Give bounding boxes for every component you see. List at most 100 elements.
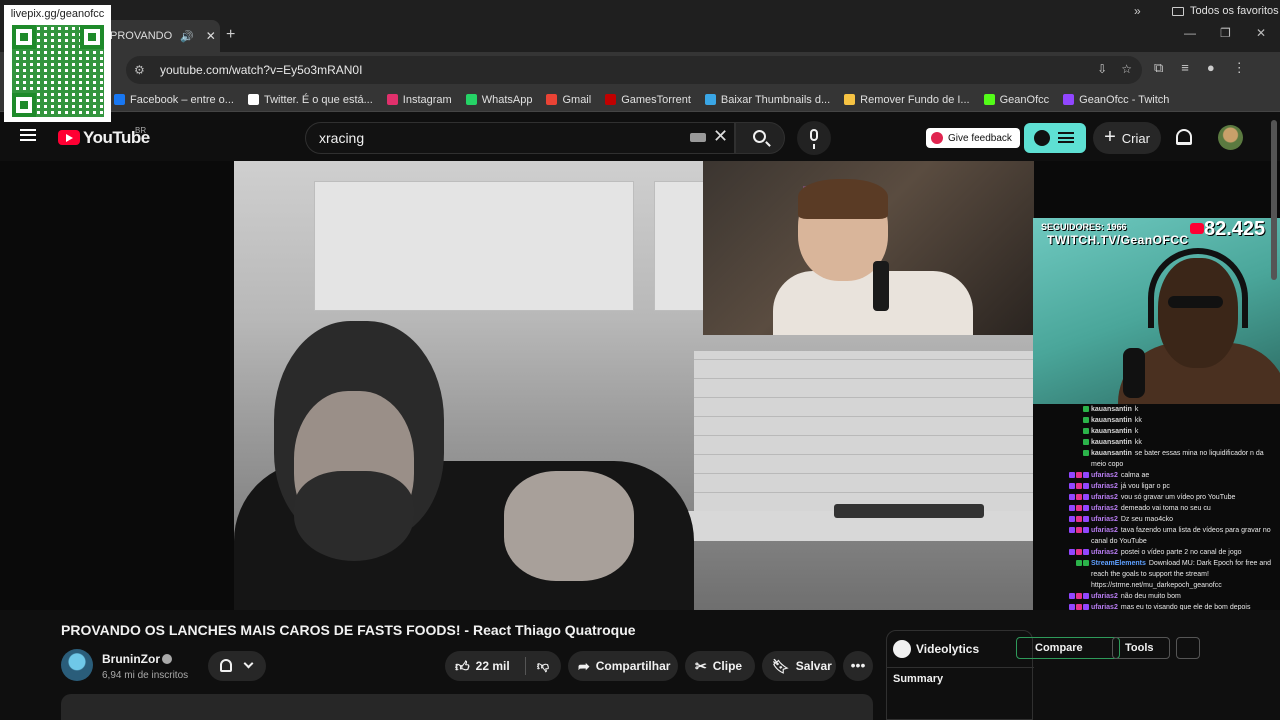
bookmark-item[interactable]: Remover Fundo de I... <box>844 94 970 106</box>
chat-username[interactable]: ufarias2 <box>1091 516 1118 523</box>
search-input[interactable] <box>319 130 679 146</box>
page-scrollbar[interactable] <box>1270 120 1278 700</box>
extensions-icon[interactable]: ⧉ <box>1154 60 1163 76</box>
chat-username[interactable]: kauansantin <box>1091 439 1132 446</box>
qr-overlay: livepix.gg/geanofcc <box>4 5 111 122</box>
bookmarks-overflow-icon[interactable]: » <box>1134 4 1141 18</box>
bookmark-label: GeanOfcc <box>999 93 1050 106</box>
search-box[interactable] <box>305 122 735 154</box>
guide-menu-icon[interactable] <box>20 129 36 141</box>
close-tab-icon[interactable]: ✕ <box>206 29 216 43</box>
bookmark-item[interactable]: GamesTorrent <box>605 94 691 106</box>
clear-search-icon[interactable]: ✕ <box>713 126 728 147</box>
browser-tab-active[interactable]: PROVANDO OS LANCHES M 🔊 ✕ <box>100 20 220 52</box>
chat-username[interactable]: ufarias2 <box>1091 472 1118 479</box>
speaker-icon[interactable]: 🔊 <box>180 30 194 43</box>
chat-badges <box>1051 481 1089 492</box>
account-avatar[interactable] <box>1218 125 1243 150</box>
create-button[interactable]: + Criar <box>1093 122 1161 154</box>
minimize-icon[interactable]: — <box>1184 26 1196 40</box>
chat-username[interactable]: kauansantin <box>1091 406 1132 413</box>
bookmark-star-icon[interactable]: ☆ <box>1121 62 1132 76</box>
tile-wall <box>694 351 1034 511</box>
media-controls-icon[interactable]: ≡ <box>1181 60 1189 76</box>
chat-message: ufarias2 já vou ligar o pc <box>1033 481 1280 492</box>
chat-badges <box>1051 448 1089 470</box>
qr-finder-mark <box>80 25 104 49</box>
browser-menu-icon[interactable]: ⋮ <box>1233 60 1246 76</box>
browser-tabstrip: PROVANDO OS LANCHES M 🔊 ✕ + — ❐ ✕ <box>0 0 1280 52</box>
tools-button[interactable]: Tools <box>1112 637 1170 659</box>
qr-caption: livepix.gg/geanofcc <box>10 8 105 20</box>
like-button[interactable]: 👍︎ 22 mil <box>445 651 525 681</box>
extension-menu-button[interactable] <box>1024 123 1086 153</box>
bookmark-item[interactable]: GeanOfcc - Twitch <box>1063 94 1169 106</box>
scrollbar-thumb[interactable] <box>1271 120 1277 280</box>
save-button[interactable]: 🔖︎ Salvar <box>762 651 836 681</box>
summary-tab[interactable]: Summary <box>893 673 943 685</box>
thumbs-down-icon: 👎︎ <box>536 659 550 673</box>
address-bar[interactable]: ⚙ youtube.com/watch?v=Ey5o3mRAN0I ⇩ ☆ <box>126 56 1142 84</box>
chat-username[interactable]: kauansantin <box>1091 428 1132 435</box>
subscribed-notifications-button[interactable] <box>208 651 266 681</box>
chat-username[interactable]: ufarias2 <box>1091 483 1118 490</box>
chat-badge-icon <box>1083 439 1089 445</box>
chat-username[interactable]: StreamElements <box>1091 560 1146 567</box>
new-tab-icon[interactable]: + <box>226 26 235 44</box>
chat-username[interactable]: ufarias2 <box>1091 549 1118 556</box>
bookmark-item[interactable]: WhatsApp <box>465 94 532 106</box>
profile-icon[interactable]: ● <box>1207 60 1215 76</box>
compare-button[interactable]: Compare <box>1016 637 1120 659</box>
sunglasses <box>1168 296 1223 308</box>
dislike-button[interactable]: 👎︎ <box>525 651 561 681</box>
youtube-badge-icon <box>1190 223 1204 234</box>
chat-username[interactable]: ufarias2 <box>1091 593 1118 600</box>
chat-username[interactable]: kauansantin <box>1091 450 1132 457</box>
chat-username[interactable]: ufarias2 <box>1091 494 1118 501</box>
clip-button[interactable]: ✂ Clipe <box>685 651 755 681</box>
panel-option-button[interactable] <box>1176 637 1200 659</box>
chat-text: Dz seu mao4cko <box>1120 516 1173 523</box>
chat-badges <box>1051 492 1089 503</box>
description-box[interactable] <box>61 694 873 720</box>
url-text[interactable]: youtube.com/watch?v=Ey5o3mRAN0I <box>160 63 362 77</box>
bookmark-item[interactable]: Baixar Thumbnails d... <box>704 94 830 106</box>
chat-username[interactable]: kauansantin <box>1091 417 1132 424</box>
channel-avatar[interactable] <box>61 649 93 681</box>
voice-search-button[interactable] <box>797 121 831 155</box>
keyboard-icon[interactable] <box>690 133 706 142</box>
chat-badge-icon <box>1083 560 1089 566</box>
more-actions-icon[interactable]: ••• <box>843 651 873 681</box>
chevron-down-icon <box>243 658 254 669</box>
chat-username[interactable]: ufarias2 <box>1091 505 1118 512</box>
bookmark-favicon-icon <box>704 94 716 105</box>
search-button[interactable] <box>735 122 785 154</box>
chat-message: ufarias2 Dz seu mao4cko <box>1033 514 1280 525</box>
chat-message: kauansantin k <box>1033 404 1280 415</box>
install-app-icon[interactable]: ⇩ <box>1097 62 1107 76</box>
notifications-bell-icon[interactable] <box>1176 129 1192 145</box>
bookmark-item[interactable]: GeanOfcc <box>983 93 1050 106</box>
bookmark-item[interactable]: Facebook – entre o... <box>114 94 234 106</box>
bookmark-label: GamesTorrent <box>621 93 691 106</box>
give-feedback-button[interactable]: Give feedback <box>926 128 1020 148</box>
scissors-icon: ✂ <box>695 657 707 674</box>
bookmark-item[interactable]: Twitter. É o que está... <box>247 94 373 106</box>
chat-username[interactable]: ufarias2 <box>1091 527 1118 534</box>
folder-icon <box>1172 6 1184 16</box>
chat-text: k <box>1134 428 1139 435</box>
microphone-icon <box>810 129 818 149</box>
create-label: Criar <box>1121 130 1150 146</box>
youtube-logo-icon[interactable] <box>58 130 80 145</box>
bookmark-item[interactable]: Gmail <box>546 94 591 106</box>
all-bookmarks[interactable]: Todos os favoritos <box>1172 5 1279 17</box>
channel-name[interactable]: BruninZor <box>102 652 160 666</box>
site-info-icon[interactable]: ⚙ <box>134 63 152 77</box>
chat-badge-icon <box>1083 549 1089 555</box>
restore-icon[interactable]: ❐ <box>1220 26 1231 40</box>
screen: PROVANDO OS LANCHES M 🔊 ✕ + — ❐ ✕ ⚙ yout… <box>0 0 1280 720</box>
close-window-icon[interactable]: ✕ <box>1256 26 1266 40</box>
chat-badges <box>1051 591 1089 602</box>
share-button[interactable]: ➦ Compartilhar <box>568 651 678 681</box>
bookmark-item[interactable]: Instagram <box>386 94 452 106</box>
